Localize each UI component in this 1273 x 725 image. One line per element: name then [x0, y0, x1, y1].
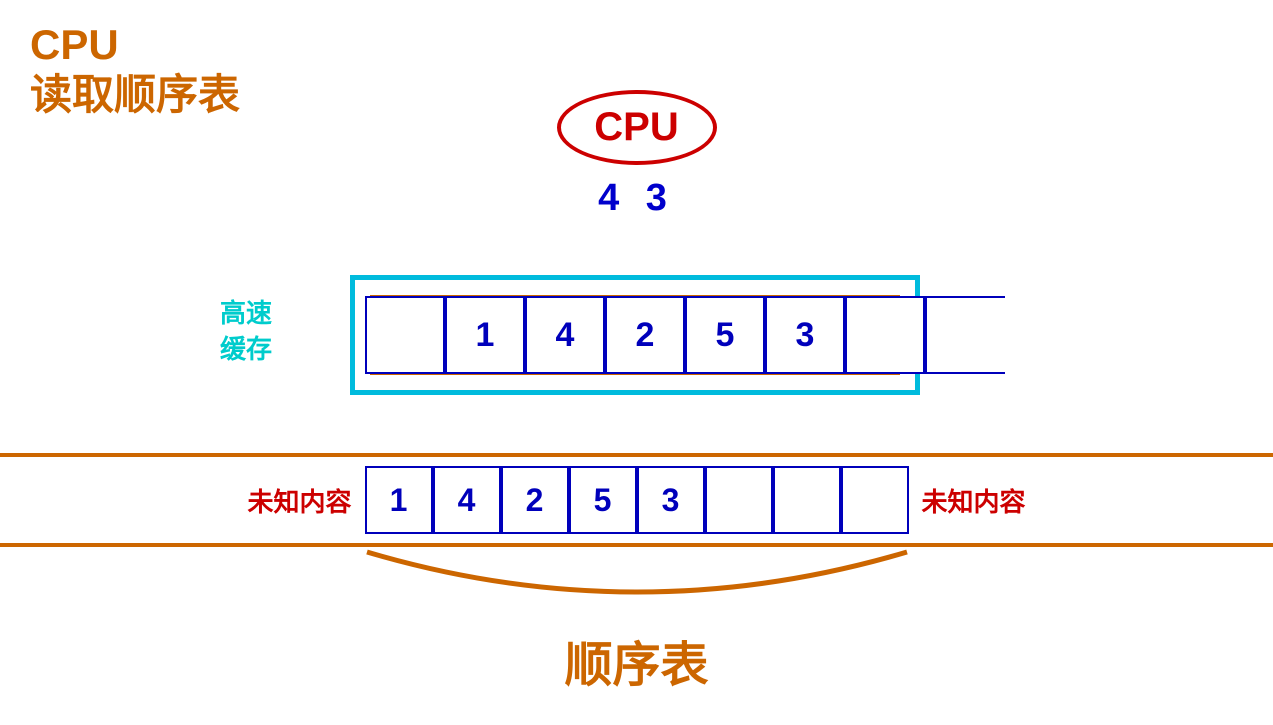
- cache-cell-2: 2: [605, 296, 685, 374]
- cache-cell-4: 3: [765, 296, 845, 374]
- cache-cell-1: 4: [525, 296, 605, 374]
- cache-container: 1 4 2 5 3: [350, 275, 920, 395]
- cache-cell-empty-1: [845, 296, 925, 374]
- cache-cell-empty-left: [365, 296, 445, 374]
- mem-cell-empty-2: [841, 466, 909, 534]
- cpu-oval-text: CPU: [594, 105, 678, 150]
- mem-cell-empty-0: [705, 466, 773, 534]
- memory-cells-row: 1 4 2 5 3: [365, 466, 909, 534]
- cache-cell-empty-2: [925, 296, 1005, 374]
- page-title: CPU 读取顺序表: [30, 20, 240, 121]
- mem-cell-4: 3: [637, 466, 705, 534]
- title-line2: 读取顺序表: [30, 70, 240, 120]
- mem-cell-1: 4: [433, 466, 501, 534]
- brace-svg: [337, 547, 937, 617]
- memory-content: 未知内容 1 4 2 5 3 未知内容: [0, 453, 1273, 547]
- memory-wrapper: 未知内容 1 4 2 5 3 未知内容: [0, 453, 1273, 547]
- cpu-number: 4 3: [598, 177, 675, 220]
- cache-cell-0: 1: [445, 296, 525, 374]
- cpu-oval-container: CPU 4 3: [557, 90, 717, 220]
- title-line1: CPU: [30, 20, 240, 70]
- cache-cell-3: 5: [685, 296, 765, 374]
- cache-label: 高速缓存: [220, 295, 272, 368]
- mem-cell-3: 5: [569, 466, 637, 534]
- mem-cell-0: 1: [365, 466, 433, 534]
- unknown-right-label: 未知内容: [909, 482, 1039, 519]
- seq-label: 顺序表: [564, 625, 708, 695]
- mem-cell-2: 2: [501, 466, 569, 534]
- cache-inner: 1 4 2 5 3: [365, 280, 905, 390]
- brace-container: [337, 547, 937, 617]
- cache-cells-row: 1 4 2 5 3: [365, 296, 1005, 374]
- mem-cell-empty-1: [773, 466, 841, 534]
- unknown-left-label: 未知内容: [235, 482, 365, 519]
- cpu-oval: CPU: [557, 90, 717, 165]
